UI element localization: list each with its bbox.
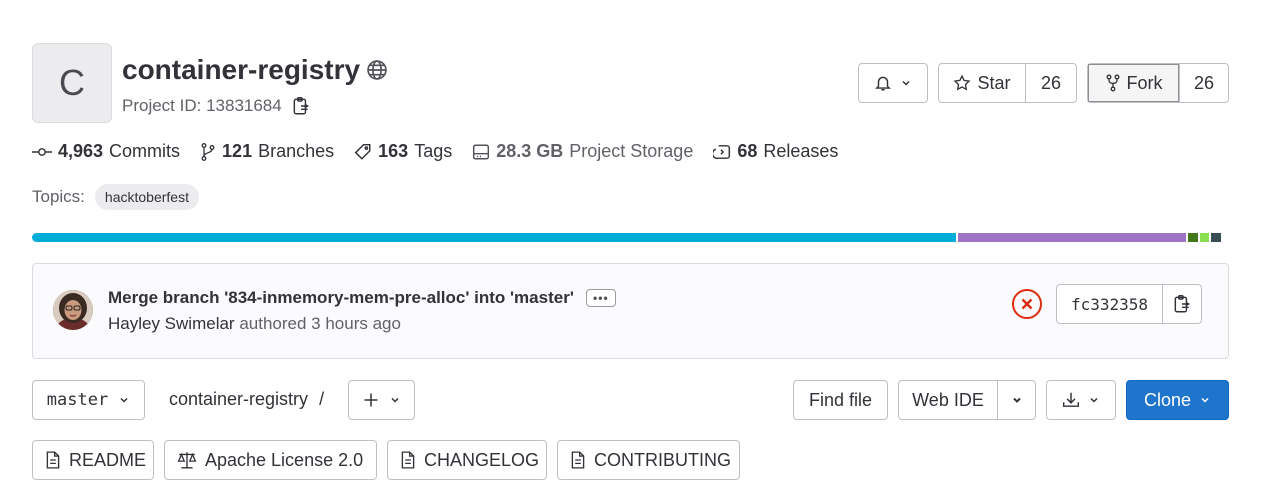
project-title: container-registry: [122, 54, 388, 86]
commits-count: 4,963: [58, 141, 104, 161]
notification-dropdown[interactable]: [858, 63, 928, 103]
contributing-link[interactable]: CONTRIBUTING: [557, 440, 740, 480]
star-count[interactable]: 26: [1026, 64, 1076, 102]
contributing-label: CONTRIBUTING: [594, 449, 731, 470]
commit-meta: Hayley Swimelar authored 3 hours ago: [108, 314, 401, 334]
fork-button-group: Fork 26: [1087, 63, 1229, 103]
storage-label: Project Storage: [569, 141, 694, 161]
repository-breadcrumb: container-registry /: [169, 389, 324, 410]
repository-language-bar[interactable]: [32, 233, 1229, 242]
star-button[interactable]: Star: [939, 64, 1026, 102]
branch-name: master: [46, 390, 109, 410]
storage-size: 28.3 GB: [496, 141, 564, 161]
project-avatar-letter: C: [59, 62, 85, 103]
commit-time: authored 3 hours ago: [239, 314, 401, 333]
releases-count: 68: [737, 141, 758, 161]
branches-label: Branches: [258, 141, 335, 161]
web-ide-button[interactable]: Web IDE: [899, 381, 998, 419]
language-segment[interactable]: [1199, 233, 1210, 242]
clone-label: Clone: [1143, 389, 1192, 410]
copy-id-icon[interactable]: [292, 96, 310, 116]
branches-link[interactable]: 121 Branches: [200, 141, 334, 162]
language-segment[interactable]: [1211, 233, 1221, 242]
scale-icon: [177, 451, 197, 469]
plus-icon: [363, 392, 379, 408]
project-id-text: Project ID: 13831684: [122, 96, 282, 115]
author-avatar[interactable]: [53, 290, 93, 330]
expand-commit-description-button[interactable]: •••: [585, 289, 616, 307]
fork-label: Fork: [1126, 72, 1163, 93]
breadcrumb-remnant: [32, 0, 332, 2]
document-icon: [570, 451, 586, 469]
add-to-tree-dropdown[interactable]: [348, 380, 415, 420]
web-ide-dropdown-toggle[interactable]: [998, 381, 1035, 419]
web-ide-group: Web IDE: [898, 380, 1036, 420]
star-button-group: Star 26: [938, 63, 1077, 103]
chevron-down-icon: [389, 394, 401, 406]
commits-link[interactable]: 4,963 Commits: [32, 141, 180, 162]
project-stats: 4,963 Commits 121 Branches 163 Tags 28.3…: [32, 141, 838, 162]
branches-count: 121: [222, 141, 253, 161]
commits-label: Commits: [109, 141, 181, 161]
commit-title[interactable]: Merge branch '834-inmemory-mem-pre-alloc…: [108, 288, 574, 308]
license-link[interactable]: Apache License 2.0: [164, 440, 377, 480]
commit-sha-group: fc332358: [1056, 284, 1203, 324]
document-icon: [400, 451, 416, 469]
project-id: Project ID: 13831684: [122, 96, 310, 116]
find-file-button[interactable]: Find file: [793, 380, 888, 420]
storage-info: 28.3 GB Project Storage: [472, 141, 693, 162]
readme-label: README: [69, 449, 147, 470]
tags-count: 163: [378, 141, 409, 161]
changelog-link[interactable]: CHANGELOG: [387, 440, 547, 480]
commit-author[interactable]: Hayley Swimelar: [108, 314, 235, 333]
storage-icon: [472, 143, 490, 161]
bell-icon: [874, 74, 892, 92]
document-icon: [45, 451, 61, 469]
language-segment[interactable]: [1188, 233, 1198, 242]
topics-label: Topics:: [32, 187, 85, 206]
pipeline-failed-icon[interactable]: [1011, 288, 1043, 320]
topic-badge[interactable]: hacktoberfest: [94, 184, 199, 210]
tags-link[interactable]: 163 Tags: [354, 141, 452, 162]
language-segment[interactable]: [32, 233, 956, 242]
changelog-label: CHANGELOG: [424, 449, 540, 470]
star-label: Star: [977, 72, 1011, 93]
project-avatar: C: [32, 43, 112, 123]
clone-dropdown[interactable]: Clone: [1126, 380, 1229, 420]
readme-link[interactable]: README: [32, 440, 154, 480]
license-label: Apache License 2.0: [205, 449, 364, 470]
fork-count[interactable]: 26: [1180, 64, 1228, 102]
copy-icon: [1173, 294, 1191, 314]
chevron-down-icon: [900, 77, 912, 89]
star-icon: [953, 74, 971, 92]
project-topics: Topics: hacktoberfest: [32, 184, 199, 210]
last-commit-panel: Merge branch '834-inmemory-mem-pre-alloc…: [32, 263, 1229, 359]
download-icon: [1062, 391, 1080, 409]
chevron-down-icon: [118, 394, 130, 406]
branch-selector[interactable]: master: [32, 380, 145, 420]
releases-label: Releases: [763, 141, 839, 161]
tag-icon: [354, 143, 372, 161]
chevron-down-icon: [1199, 394, 1211, 406]
commit-icon: [32, 146, 52, 158]
fork-button[interactable]: Fork: [1088, 64, 1180, 102]
branch-icon: [200, 142, 216, 162]
rocket-icon: [713, 143, 731, 161]
commit-title-row: Merge branch '834-inmemory-mem-pre-alloc…: [108, 288, 616, 308]
project-name: container-registry: [122, 54, 361, 85]
language-segment[interactable]: [957, 233, 1187, 242]
chevron-down-icon: [1088, 394, 1100, 406]
commit-sha[interactable]: fc332358: [1057, 285, 1164, 323]
releases-link[interactable]: 68 Releases: [713, 141, 838, 162]
globe-icon: [366, 59, 388, 81]
repository-path-link[interactable]: container-registry: [169, 389, 308, 409]
fork-icon: [1105, 74, 1121, 92]
tags-label: Tags: [414, 141, 453, 161]
path-separator: /: [319, 389, 325, 409]
copy-sha-button[interactable]: [1163, 285, 1201, 323]
download-dropdown[interactable]: [1046, 380, 1116, 420]
